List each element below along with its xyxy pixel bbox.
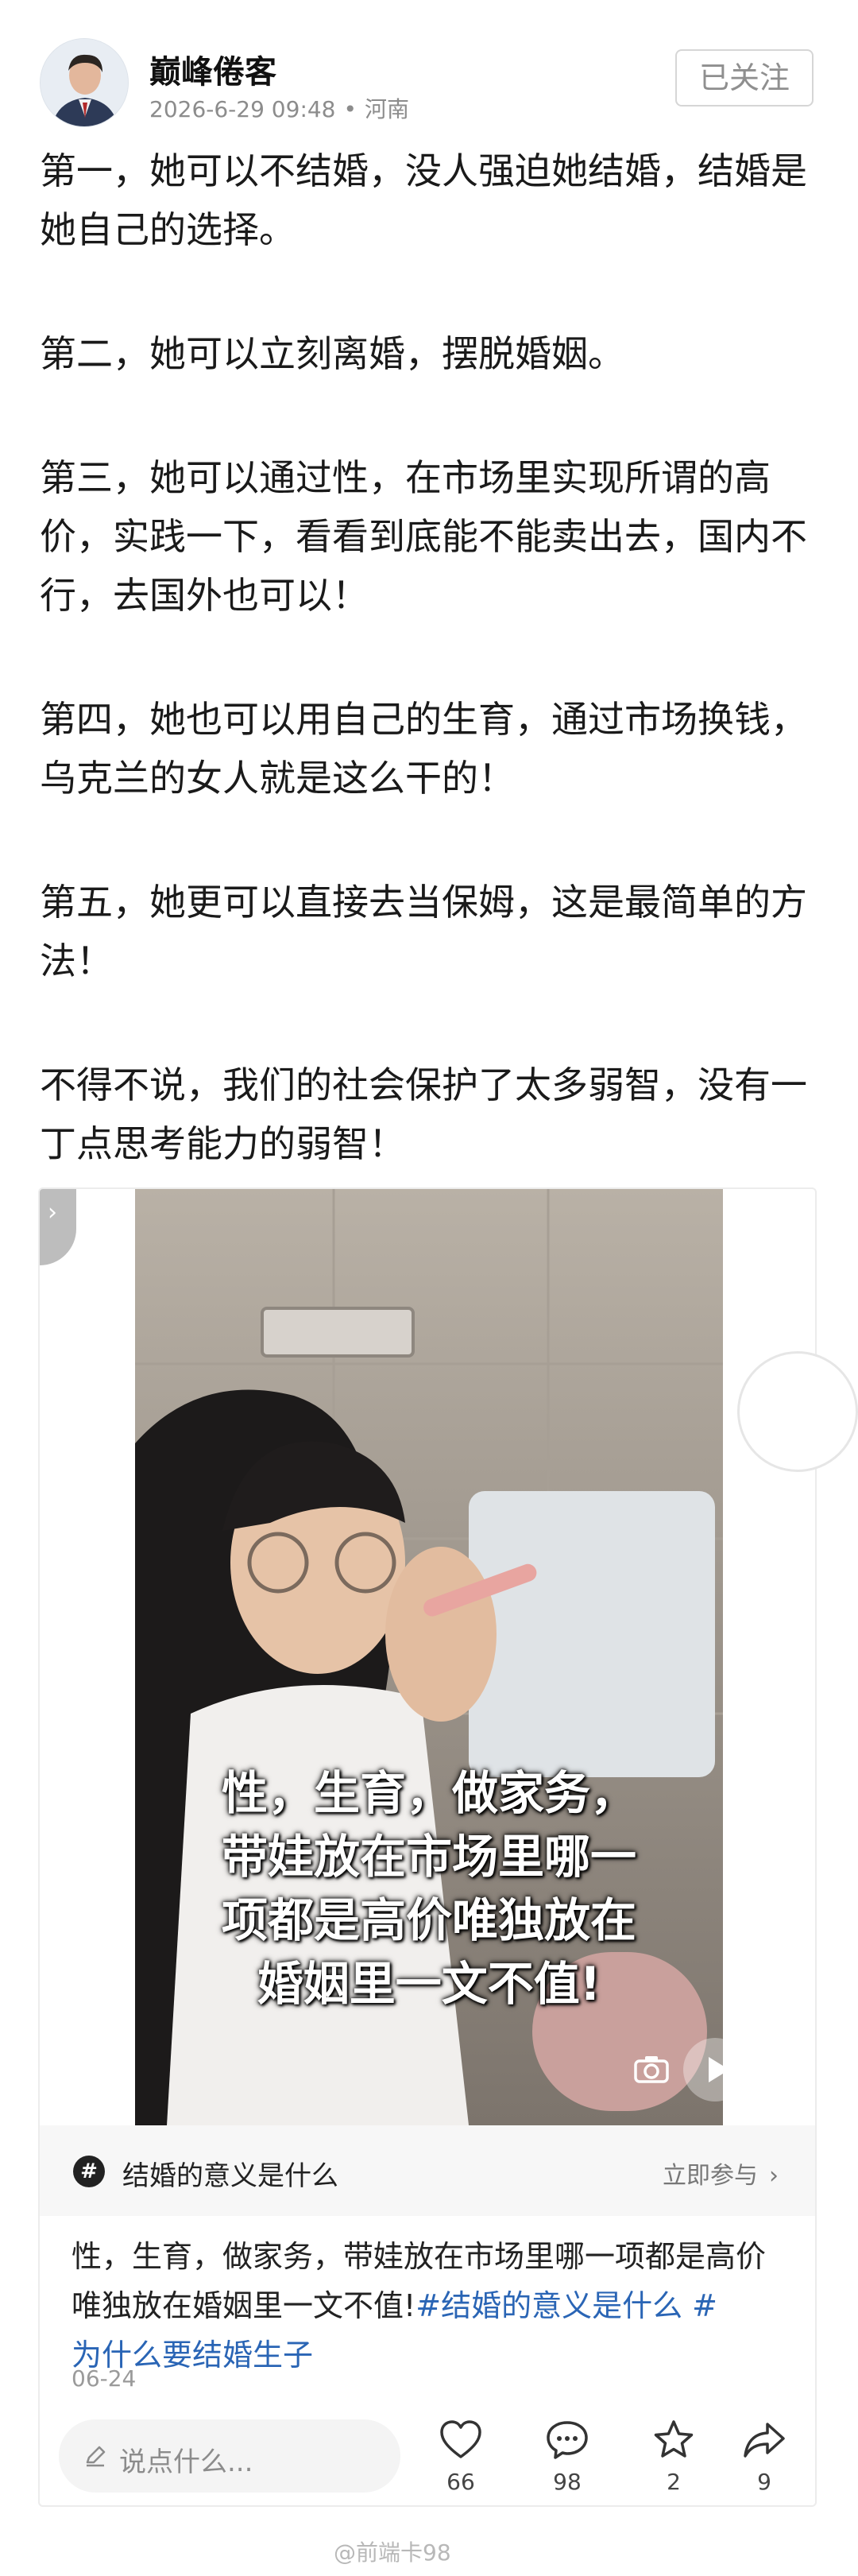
comment-count: 98 — [553, 2469, 582, 2495]
topic-join-label: 立即参与 — [663, 2162, 758, 2190]
share-arrow-icon — [744, 2423, 785, 2458]
chevron-right-icon[interactable]: › — [40, 1189, 76, 1265]
subtitle-line: 带娃放在市场里哪一 — [221, 1830, 636, 1884]
comment-placeholder: 说点什么... — [119, 2446, 253, 2478]
favorite-button[interactable]: 2 — [626, 2419, 721, 2505]
card-date: 06-24 — [72, 2365, 137, 2392]
video-thumbnail[interactable]: 性，生育，做家务， 带娃放在市场里哪一 项都是高价唯独放在 婚姻里一文不值! — [135, 1189, 723, 2125]
post-header: 巅峰倦客 2026-6-29 09:48 • 河南 已关注 — [0, 0, 858, 135]
subtitle-line: 婚姻里一文不值! — [257, 1957, 601, 2011]
video-subtitle: 性，生育，做家务， 带娃放在市场里哪一 项都是高价唯独放在 婚姻里一文不值! — [167, 1761, 691, 2016]
topic-bar[interactable]: # 结婚的意义是什么 立即参与 › — [40, 2125, 815, 2216]
shared-post-card[interactable]: 性，生育，做家务， 带娃放在市场里哪一 项都是高价唯独放在 婚姻里一文不值! ›… — [38, 1187, 817, 2507]
like-button[interactable]: 66 — [413, 2419, 508, 2505]
hashtag-link[interactable]: #结婚的意义是什么 # — [415, 2288, 717, 2323]
subtitle-line: 性，生育，做家务， — [221, 1766, 636, 1820]
favorite-count: 2 — [667, 2469, 681, 2495]
post-location: 河南 — [365, 96, 410, 122]
play-icon — [709, 2057, 723, 2082]
paragraph: 第三，她可以通过性，在市场里实现所谓的高价，实践一下，看看到底能不能卖出去，国内… — [40, 456, 807, 617]
share-button[interactable]: 9 — [717, 2419, 812, 2505]
paragraph: 第五，她更可以直接去当保姆，这是最简单的方法！ — [40, 881, 807, 982]
card-description: 性，生育，做家务，带娃放在市场里哪一项都是高价唯独放在婚姻里一文不值!#结婚的意… — [72, 2232, 786, 2380]
follow-button[interactable]: 已关注 — [675, 49, 814, 107]
hashtag-icon: # — [73, 2156, 105, 2187]
author-name[interactable]: 巅峰倦客 — [149, 46, 276, 92]
paragraph: 第四，她也可以用自己的生育，通过市场换钱，乌克兰的女人就是这么干的！ — [40, 698, 807, 800]
author-avatar[interactable] — [40, 38, 129, 127]
paragraph: 第二，她可以立刻离婚，摆脱婚姻。 — [40, 332, 624, 375]
pencil-icon — [86, 2446, 106, 2467]
meta-separator-dot: • — [343, 96, 358, 122]
comment-input[interactable]: 说点什么... — [59, 2419, 400, 2493]
floating-action-button[interactable] — [737, 1351, 858, 1472]
post-meta: 2026-6-29 09:48 • 河南 — [149, 92, 409, 124]
chevron-right-icon: › — [769, 2162, 779, 2190]
comment-bubble-icon — [547, 2421, 588, 2459]
like-count: 66 — [446, 2469, 475, 2495]
paragraph: 不得不说，我们的社会保护了太多弱智，没有一丁点思考能力的弱智！ — [40, 1063, 807, 1165]
star-icon — [654, 2420, 694, 2458]
camera-icon[interactable] — [633, 2054, 670, 2084]
heart-icon — [440, 2420, 481, 2458]
subtitle-line: 项都是高价唯独放在 — [221, 1893, 636, 1947]
topic-title[interactable]: 结婚的意义是什么 — [122, 2154, 338, 2193]
post-body: 第一，她可以不结婚，没人强迫她结婚，结婚是她自己的选择。 第二，她可以立刻离婚，… — [40, 141, 818, 1173]
watermark: @前端卡98 — [334, 2539, 451, 2566]
comment-button[interactable]: 98 — [520, 2419, 615, 2505]
play-button[interactable] — [683, 2038, 723, 2101]
share-count: 9 — [757, 2469, 771, 2495]
paragraph: 第一，她可以不结婚，没人强迫她结婚，结婚是她自己的选择。 — [40, 149, 807, 251]
post-time: 2026-6-29 09:48 — [149, 96, 336, 122]
topic-join-link[interactable]: 立即参与 › — [663, 2156, 779, 2191]
